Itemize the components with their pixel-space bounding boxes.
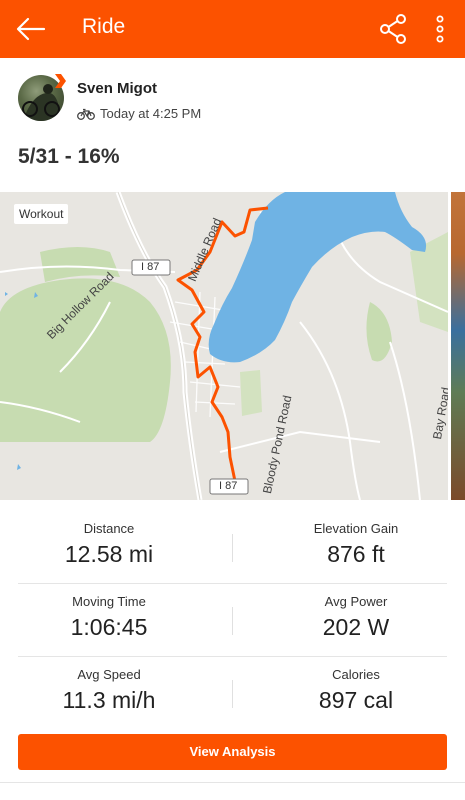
- athlete-name[interactable]: Sven Migot: [77, 80, 157, 97]
- stat-label: Moving Time: [72, 594, 146, 609]
- stat-moving-time: Moving Time 1:06:45: [9, 594, 209, 641]
- premium-badge-icon: [55, 74, 66, 88]
- stat-calories: Calories 897 cal: [256, 667, 456, 714]
- divider: [232, 680, 233, 708]
- activity-meta: Today at 4:25 PM: [77, 106, 201, 121]
- activity-title: 5/31 - 16%: [18, 145, 120, 168]
- stat-label: Calories: [332, 667, 380, 682]
- stat-label: Avg Power: [324, 594, 388, 609]
- stat-value: 897 cal: [318, 687, 394, 713]
- stat-value: 202 W: [322, 614, 390, 640]
- stat-label: Avg Speed: [77, 667, 141, 682]
- app-bar: Ride: [0, 0, 465, 58]
- park-area: [240, 370, 262, 416]
- stat-value: 11.3 mi/h: [62, 687, 156, 713]
- stat-value: 1:06:45: [70, 614, 148, 640]
- stats-row: Moving Time 1:06:45 Avg Power 202 W: [0, 583, 465, 656]
- route-map[interactable]: I 87 I 87 Middle Road Big Hollow Road Bl…: [0, 192, 448, 500]
- page-title: Ride: [82, 15, 126, 38]
- stat-avg-speed: Avg Speed 11.3 mi/h: [9, 667, 209, 714]
- stat-avg-power: Avg Power 202 W: [256, 594, 456, 641]
- stat-elevation: Elevation Gain 876 ft: [256, 521, 456, 568]
- lake: [208, 192, 427, 363]
- stat-value: 876 ft: [327, 541, 385, 567]
- divider: [0, 782, 465, 783]
- divider: [232, 534, 233, 562]
- share-icon[interactable]: [377, 13, 409, 45]
- arrow-left-icon[interactable]: [14, 14, 46, 44]
- stat-label: Elevation Gain: [313, 521, 399, 536]
- map-label: I 87: [141, 261, 160, 273]
- stats-row: Avg Speed 11.3 mi/h Calories 897 cal: [0, 656, 465, 729]
- bike-icon: [77, 108, 95, 120]
- athlete-header: Sven Migot Today at 4:25 PM: [0, 58, 465, 142]
- activity-time: Today at 4:25 PM: [100, 106, 202, 121]
- view-analysis-button[interactable]: View Analysis: [18, 734, 447, 770]
- stat-label: Distance: [83, 521, 135, 536]
- photo-thumbnail[interactable]: [451, 192, 465, 500]
- more-vert-icon[interactable]: [428, 12, 452, 46]
- workout-tag: Workout: [14, 204, 69, 224]
- stat-value: 12.58 mi: [64, 541, 154, 567]
- park-area: [366, 302, 392, 362]
- stat-distance: Distance 12.58 mi: [9, 521, 209, 568]
- divider: [232, 607, 233, 635]
- stats-row: Distance 12.58 mi Elevation Gain 876 ft: [0, 510, 465, 583]
- map-label: I 87: [219, 480, 238, 492]
